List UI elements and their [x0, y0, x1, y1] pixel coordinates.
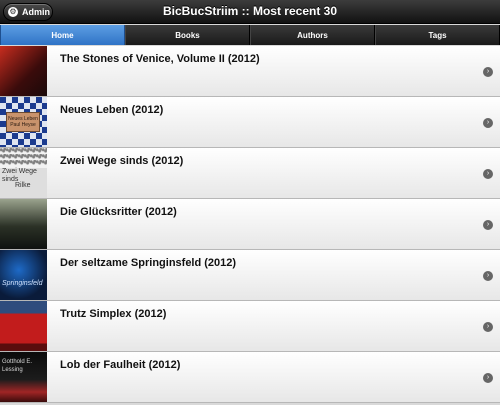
tab-tags[interactable]: Tags: [375, 25, 500, 45]
chevron-right-icon[interactable]: ›: [483, 220, 493, 230]
book-row-4[interactable]: Die Glücksritter (2012) ›: [0, 199, 500, 250]
tab-books[interactable]: Books: [125, 25, 250, 45]
book-cover-thumbnail: [0, 46, 47, 96]
book-cover-thumbnail: Neues Leben Paul Heyse: [0, 97, 47, 147]
book-title: Der seltzame Springinsfeld (2012): [60, 257, 237, 269]
book-row-6[interactable]: Trutz Simplex (2012) ›: [0, 301, 500, 352]
cover-text: Neues Leben Paul Heyse: [6, 112, 40, 132]
book-cover-thumbnail: Zwei Wege sinds Rilke: [0, 148, 47, 198]
chevron-right-icon[interactable]: ›: [483, 322, 493, 332]
book-cover-thumbnail: Springinsfeld: [0, 250, 47, 300]
book-row-7[interactable]: Gotthold E. Lessing Lob der Faulheit (20…: [0, 352, 500, 403]
book-cover-thumbnail: Gotthold E. Lessing: [0, 352, 47, 402]
book-title: Trutz Simplex (2012): [60, 308, 167, 320]
chevron-right-icon[interactable]: ›: [483, 169, 493, 179]
book-title: Neues Leben (2012): [60, 104, 164, 116]
chevron-right-icon[interactable]: ›: [483, 373, 493, 383]
book-title: Zwei Wege sinds (2012): [60, 155, 184, 167]
page-title: BicBucStriim :: Most recent 30: [162, 4, 338, 18]
cover-text: Springinsfeld: [2, 280, 43, 287]
cover-author-text: Rilke: [15, 182, 31, 189]
cover-texture: [0, 148, 47, 166]
chevron-right-icon[interactable]: ›: [483, 67, 493, 77]
navbar: Home Books Authors Tags: [0, 25, 500, 45]
book-title: Lob der Faulheit (2012): [60, 359, 181, 371]
book-row-5[interactable]: Springinsfeld Der seltzame Springinsfeld…: [0, 250, 500, 301]
book-row-3[interactable]: Zwei Wege sinds Rilke Zwei Wege sinds (2…: [0, 148, 500, 199]
book-list: The Stones of Venice, Volume II (2012) ›…: [0, 46, 500, 403]
book-title: Die Glücksritter (2012): [60, 206, 177, 218]
tab-authors[interactable]: Authors: [250, 25, 375, 45]
book-row-1[interactable]: The Stones of Venice, Volume II (2012) ›: [0, 46, 500, 97]
cover-text: Gotthold E. Lessing: [2, 359, 33, 373]
chevron-right-icon[interactable]: ›: [483, 271, 493, 281]
header-bar: ⚙ Admin BicBucStriim :: Most recent 30: [0, 0, 500, 24]
book-title: The Stones of Venice, Volume II (2012): [60, 53, 260, 65]
book-cover-thumbnail: [0, 199, 47, 249]
book-cover-thumbnail: [0, 301, 47, 351]
tab-home[interactable]: Home: [0, 25, 125, 45]
chevron-right-icon[interactable]: ›: [483, 118, 493, 128]
book-row-2[interactable]: Neues Leben Paul Heyse Neues Leben (2012…: [0, 97, 500, 148]
